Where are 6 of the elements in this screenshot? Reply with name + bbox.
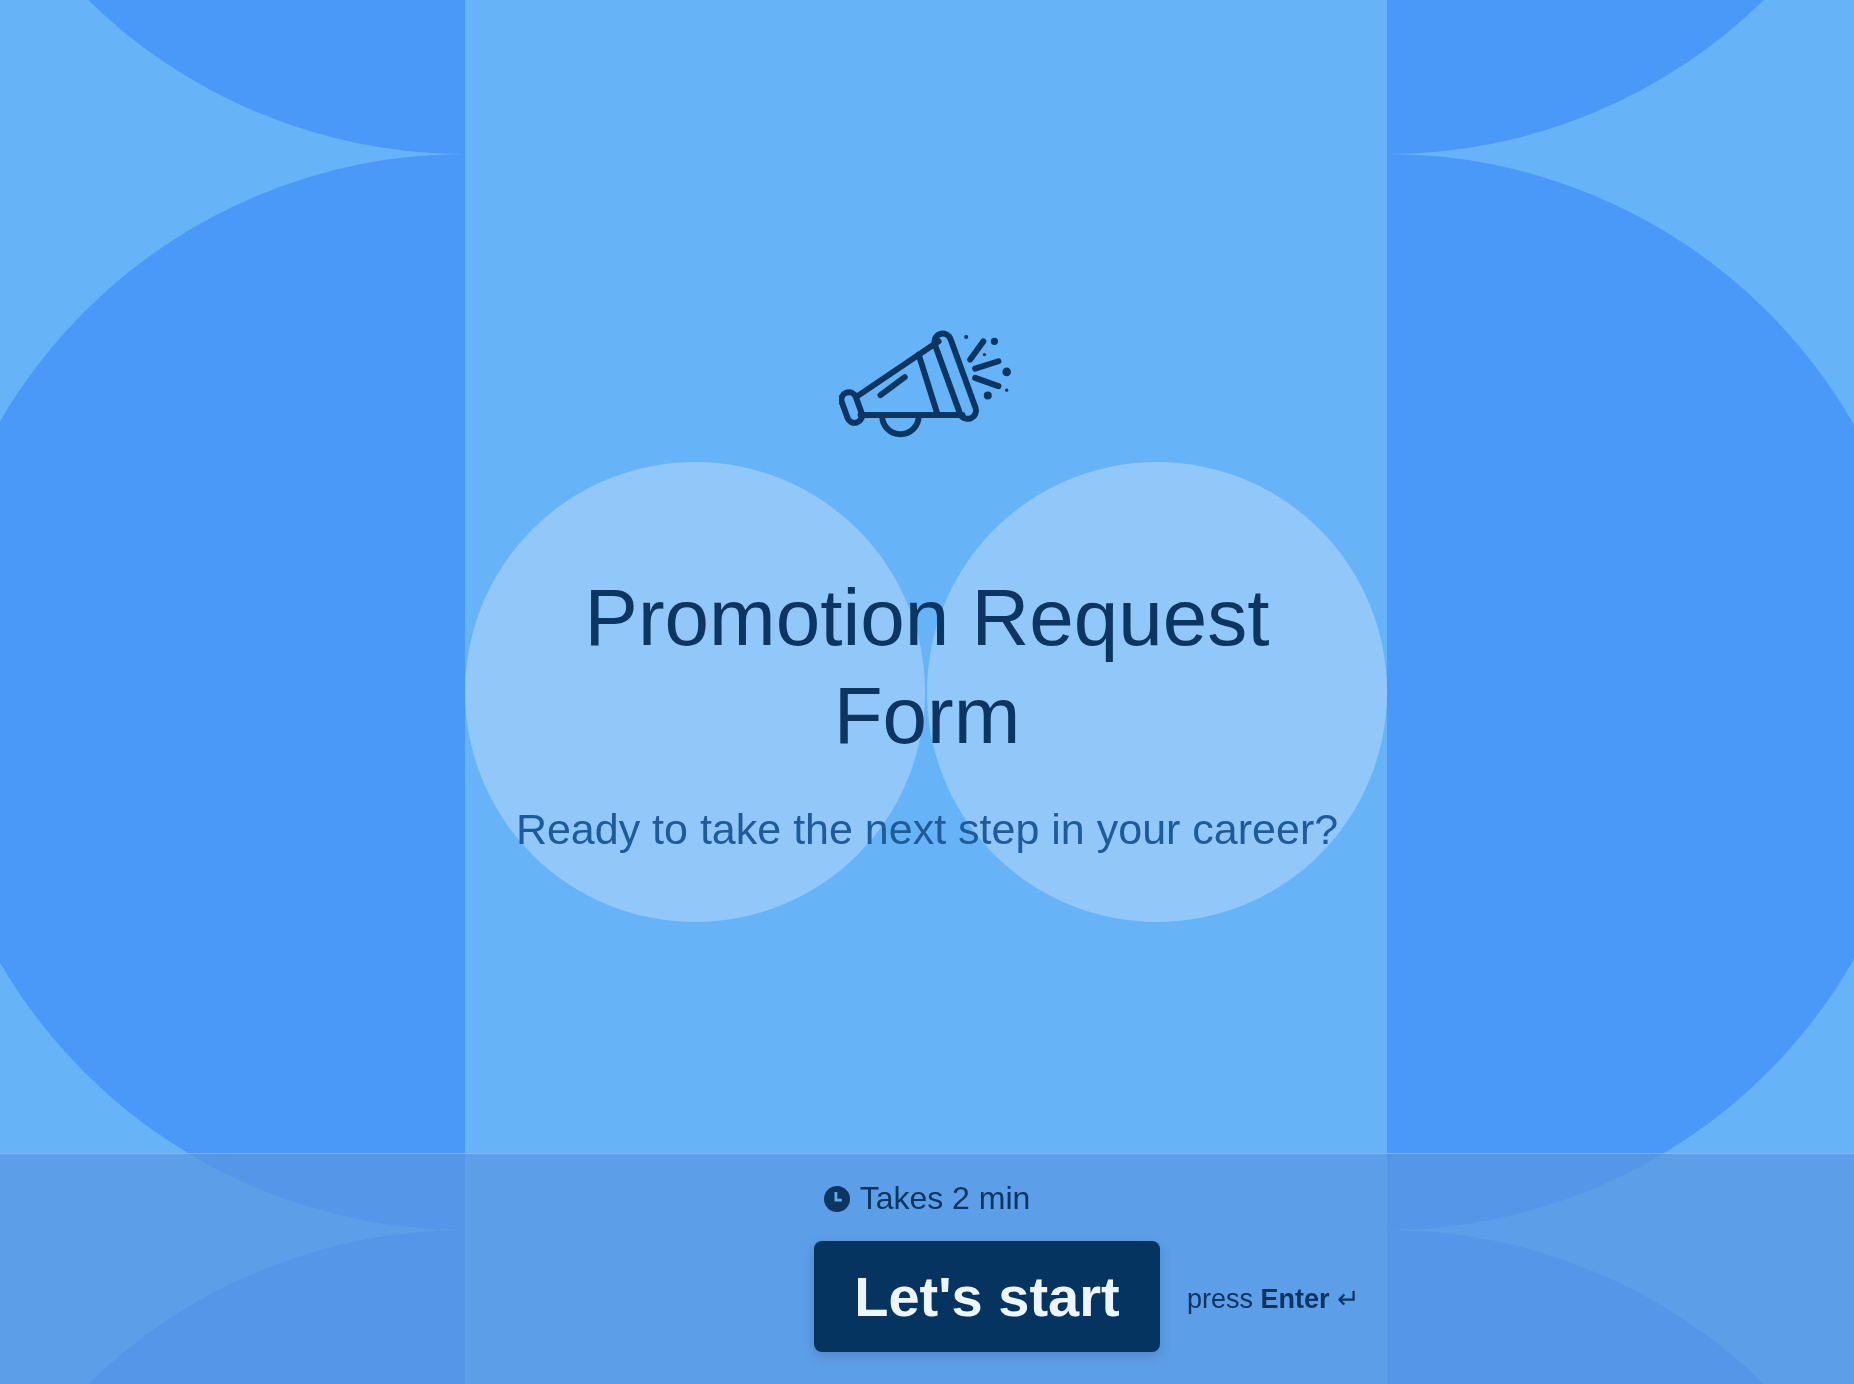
clock-icon [823,1185,850,1212]
duration-label: Takes 2 min [859,1180,1031,1217]
form-subtitle: Ready to take the next step in your career? [515,805,1339,854]
form-title: Promotion Request Form [583,572,1271,762]
start-button[interactable]: Let's start [813,1241,1160,1352]
keyboard-hint: press Enter ↵ [1186,1282,1361,1315]
